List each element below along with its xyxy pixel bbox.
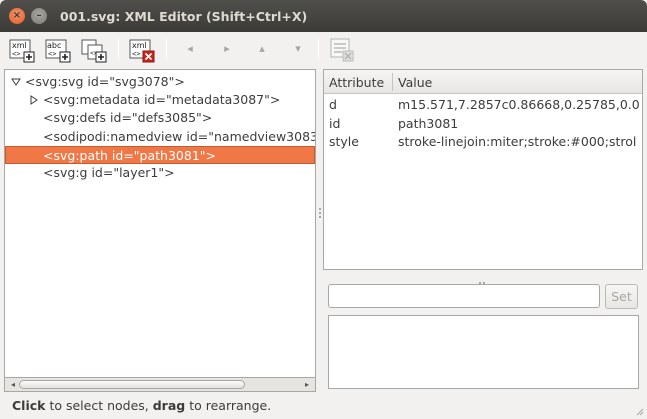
- delete-node-button[interactable]: xml <>: [128, 36, 156, 64]
- tree-node-label: <sodipodi:namedview id="namedview3083: [43, 128, 316, 144]
- attribute-name: style: [329, 134, 359, 149]
- tree-node-label: <svg:defs id="defs3085">: [43, 110, 213, 126]
- new-element-node-button[interactable]: xml <>: [8, 36, 36, 64]
- tree-node[interactable]: <svg:path id="path3081">: [5, 145, 315, 164]
- tree-node[interactable]: <sodipodi:namedview id="namedview3083: [5, 128, 315, 146]
- svg-text:xml: xml: [132, 41, 147, 50]
- tree-node-label: <svg:g id="layer1">: [43, 165, 175, 180]
- duplicate-node-icon: <>: [81, 39, 107, 63]
- toolbar-separator: [118, 39, 119, 61]
- attribute-value: path3081: [398, 115, 459, 131]
- delete-node-icon: xml <>: [129, 39, 155, 63]
- attributes-header: Attribute Value: [324, 70, 642, 94]
- editor-resize-handle[interactable]: [479, 273, 489, 298]
- window-title: 001.svg: XML Editor (Shift+Ctrl+X): [60, 9, 308, 24]
- arrow-down-icon: ▾: [295, 42, 301, 55]
- svg-text:abc: abc: [47, 41, 61, 50]
- set-button[interactable]: Set: [605, 284, 638, 309]
- arrow-up-icon: ▴: [259, 42, 265, 55]
- duplicate-node-button[interactable]: <>: [80, 36, 108, 64]
- column-header-value[interactable]: Value: [398, 75, 432, 90]
- attributes-table[interactable]: Attribute Value d m15.571,7.2857c0.86668,…: [323, 69, 643, 270]
- attribute-name: d: [329, 97, 337, 112]
- tree-node-label: <svg:metadata id="metadata3087">: [43, 92, 281, 108]
- minimize-window-button[interactable]: –: [31, 8, 47, 24]
- status-text-2: to rearrange.: [185, 398, 272, 413]
- status-text-1: to select nodes,: [45, 398, 153, 413]
- attribute-value: m15.571,7.2857c0.86668,0.25785,0.0: [398, 97, 640, 112]
- pane-resize-handle[interactable]: [318, 208, 322, 220]
- tree-horizontal-scrollbar[interactable]: ◂ ▸: [4, 378, 316, 392]
- status-drag: drag: [152, 398, 186, 413]
- svg-text:<>: <>: [132, 50, 140, 58]
- toolbar-separator: [166, 39, 167, 61]
- raise-node-button[interactable]: ▴: [254, 41, 270, 57]
- indent-node-button[interactable]: ▸: [219, 41, 235, 57]
- arrow-left-icon: ◂: [187, 42, 193, 55]
- new-text-node-icon: abc <>: [45, 39, 71, 63]
- svg-text:xml: xml: [12, 41, 27, 50]
- tree-node[interactable]: <svg:defs id="defs3085">: [5, 109, 315, 127]
- expander-closed-icon[interactable]: [29, 95, 39, 106]
- expander-open-icon[interactable]: [11, 77, 21, 87]
- scroll-left-icon[interactable]: ◂: [8, 379, 18, 390]
- arrow-right-icon: ▸: [224, 42, 230, 55]
- toolbar: xml <> abc <> <> xml <> ◂ ▸ ▴ ▾: [0, 32, 647, 68]
- column-divider[interactable]: [392, 73, 393, 91]
- attribute-row[interactable]: d m15.571,7.2857c0.86668,0.25785,0.0: [324, 96, 642, 114]
- scrollbar-thumb[interactable]: [19, 380, 245, 389]
- tree-node[interactable]: <svg:svg id="svg3078">: [5, 73, 315, 91]
- window-resize-grip-icon[interactable]: [634, 406, 644, 416]
- attribute-row[interactable]: id path3081: [324, 115, 642, 133]
- status-click: Click: [12, 398, 46, 413]
- attribute-value-textarea[interactable]: [328, 315, 639, 389]
- svg-text:<>: <>: [48, 50, 56, 58]
- unindent-node-button[interactable]: ◂: [182, 41, 198, 57]
- tree-node[interactable]: <svg:g id="layer1">: [5, 164, 315, 182]
- lower-node-button[interactable]: ▾: [290, 41, 306, 57]
- attribute-name: id: [329, 115, 341, 131]
- tree-node[interactable]: <svg:metadata id="metadata3087">: [5, 91, 315, 109]
- scroll-right-icon[interactable]: ▸: [302, 379, 312, 390]
- attribute-value-input[interactable]: [328, 284, 600, 308]
- xml-node-tree[interactable]: <svg:svg id="svg3078"> <svg:metadata id="…: [4, 69, 316, 378]
- attribute-value: stroke-linejoin:miter;stroke:#000;strol: [398, 134, 637, 149]
- new-element-node-icon: xml <>: [9, 39, 35, 63]
- delete-attribute-button[interactable]: [328, 36, 356, 64]
- delete-attribute-icon: [330, 38, 354, 62]
- attribute-row[interactable]: style stroke-linejoin:miter;stroke:#000;s…: [324, 133, 642, 151]
- svg-text:<>: <>: [12, 50, 20, 58]
- close-window-button[interactable]: ×: [9, 8, 25, 24]
- tree-node-label: <svg:path id="path3081">: [43, 147, 217, 163]
- new-text-node-button[interactable]: abc <>: [44, 36, 72, 64]
- toolbar-separator: [318, 39, 319, 61]
- status-bar: Click to select nodes, drag to rearrange…: [12, 398, 271, 413]
- title-bar: × – 001.svg: XML Editor (Shift+Ctrl+X): [0, 0, 647, 32]
- column-header-attribute[interactable]: Attribute: [329, 75, 384, 90]
- tree-node-label: <svg:svg id="svg3078">: [25, 74, 185, 89]
